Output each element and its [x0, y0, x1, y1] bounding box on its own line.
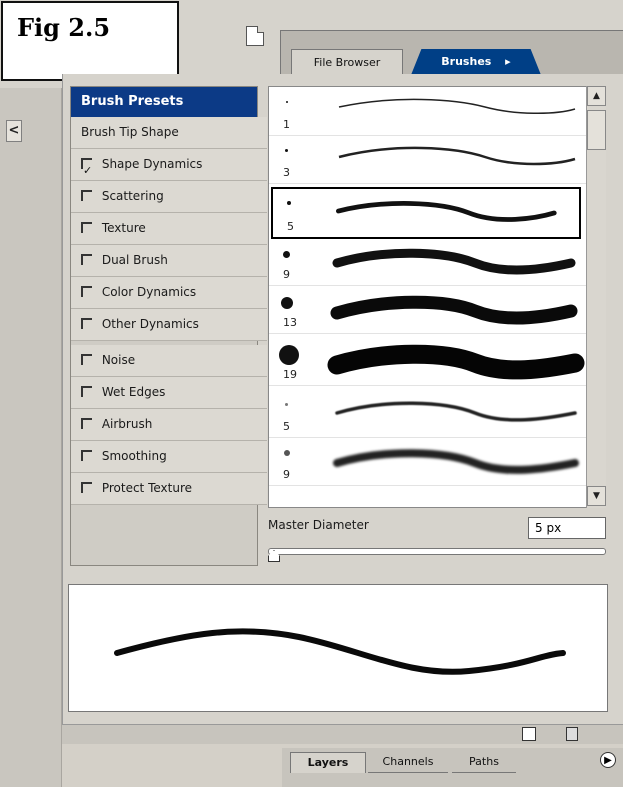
create-new-brush-icon[interactable] — [522, 727, 536, 741]
checkbox-icon[interactable] — [81, 386, 92, 397]
option-label: Brush Tip Shape — [81, 125, 179, 139]
option-label: Other Dynamics — [101, 317, 199, 331]
scroll-down-arrow-icon[interactable]: ▼ — [587, 486, 606, 506]
brush-stroke-preview — [332, 248, 576, 275]
brush-size-label: 9 — [283, 468, 290, 481]
brush-preset-row[interactable]: 3 — [269, 137, 589, 184]
brush-tip-dot-icon — [287, 201, 291, 205]
brush-preset-row[interactable]: 9 — [269, 239, 589, 286]
brush-stroke-preview — [333, 449, 579, 474]
brush-tip-dot-icon — [284, 450, 290, 456]
option-brush-tip-shape[interactable]: Brush Tip Shape — [71, 117, 267, 149]
checkbox-icon[interactable] — [81, 190, 92, 201]
option-noise[interactable]: Noise — [71, 345, 267, 377]
brush-preset-row-selected[interactable]: 5 — [271, 187, 581, 239]
option-other-dynamics[interactable]: Other Dynamics — [71, 309, 267, 341]
brush-preset-row[interactable]: 9 — [269, 439, 589, 486]
palette-tab-bar: File Browser Brushes ▸ — [280, 30, 623, 76]
collapse-arrow-icon[interactable]: < — [6, 120, 22, 142]
brush-stroke-preview — [335, 401, 577, 422]
brush-tip-dot-icon — [285, 149, 288, 152]
brush-presets-header[interactable]: Brush Presets — [71, 87, 257, 117]
option-label: Shape Dynamics — [101, 157, 203, 171]
brush-tip-dot-icon — [285, 403, 288, 406]
brush-preset-row[interactable]: 5 — [269, 391, 589, 438]
checkbox-icon[interactable] — [81, 418, 92, 429]
checkbox-icon[interactable] — [81, 222, 92, 233]
brush-size-label: 1 — [283, 118, 290, 131]
master-diameter-input[interactable]: 5 px — [528, 517, 606, 539]
option-texture[interactable]: Texture — [71, 213, 267, 245]
palette-bottom-bar — [62, 724, 623, 744]
new-document-icon[interactable] — [246, 26, 264, 46]
option-wet-edges[interactable]: Wet Edges — [71, 377, 267, 409]
option-label: Scattering — [101, 189, 164, 203]
option-label: Protect Texture — [101, 481, 192, 495]
brush-stroke-preview — [338, 98, 576, 114]
checkbox-icon[interactable] — [81, 254, 92, 265]
figure-label: Fig 2.5 — [1, 1, 179, 81]
option-label: Smoothing — [101, 449, 167, 463]
brush-tip-dot-icon — [281, 297, 293, 309]
checkbox-icon[interactable] — [81, 450, 92, 461]
option-shape-dynamics[interactable]: Shape Dynamics — [71, 149, 267, 186]
left-panel-strip — [0, 88, 62, 787]
tab-brushes[interactable]: Brushes ▸ — [411, 49, 541, 75]
brush-preset-row[interactable]: 1 — [269, 89, 589, 136]
brush-size-label: 13 — [283, 316, 297, 329]
palette-menu-icon[interactable]: ▶ — [600, 752, 616, 768]
brush-size-label: 19 — [283, 368, 297, 381]
brush-stroke-preview — [335, 201, 557, 222]
checkbox-icon[interactable] — [81, 318, 92, 329]
brush-size-label: 9 — [283, 268, 290, 281]
checkbox-checked-icon[interactable] — [81, 155, 92, 186]
option-label: Color Dynamics — [101, 285, 197, 299]
stroke-preview-panel — [68, 584, 608, 712]
checkbox-icon[interactable] — [81, 482, 92, 493]
brush-list-scrollbar[interactable]: ▲ ▼ — [586, 86, 606, 508]
checkbox-icon[interactable] — [81, 286, 92, 297]
tab-brushes-label: Brushes — [441, 55, 492, 68]
option-airbrush[interactable]: Airbrush — [71, 409, 267, 441]
option-smoothing[interactable]: Smoothing — [71, 441, 267, 473]
brush-preset-list: 1 3 5 9 13 19 5 9 — [268, 86, 606, 508]
brush-stroke-preview — [327, 344, 585, 380]
option-label: Airbrush — [101, 417, 153, 431]
brush-stroke-preview — [338, 146, 576, 166]
palette-menu-arrow-icon[interactable]: ▸ — [505, 55, 511, 68]
option-label: Texture — [101, 221, 146, 235]
scroll-up-arrow-icon[interactable]: ▲ — [587, 86, 606, 106]
option-protect-texture[interactable]: Protect Texture — [71, 473, 267, 505]
brush-preset-row[interactable]: 19 — [269, 339, 589, 386]
brush-tip-dot-icon — [286, 101, 288, 103]
tab-file-browser[interactable]: File Browser — [291, 49, 403, 76]
layers-palette-tab-bar: Layers Channels Paths ▶ — [282, 748, 623, 787]
option-label: Noise — [101, 353, 136, 367]
master-diameter-label: Master Diameter — [268, 518, 369, 532]
brush-size-label: 5 — [283, 420, 290, 433]
tab-channels[interactable]: Channels — [368, 752, 448, 773]
option-label: Dual Brush — [101, 253, 168, 267]
tab-layers[interactable]: Layers — [290, 752, 366, 773]
brush-size-label: 3 — [283, 166, 290, 179]
brush-tip-dot-icon — [279, 345, 299, 365]
checkbox-icon[interactable] — [81, 354, 92, 365]
brush-stroke-preview — [330, 295, 578, 325]
option-scattering[interactable]: Scattering — [71, 181, 267, 213]
brush-size-label: 5 — [287, 220, 294, 233]
brush-preset-row[interactable]: 13 — [269, 287, 589, 334]
option-label: Wet Edges — [101, 385, 166, 399]
option-dual-brush[interactable]: Dual Brush — [71, 245, 267, 277]
scroll-thumb[interactable] — [587, 110, 606, 150]
stroke-preview-curve — [114, 628, 566, 675]
tab-paths[interactable]: Paths — [452, 752, 516, 773]
brush-tip-dot-icon — [283, 251, 290, 258]
trash-icon[interactable] — [566, 727, 578, 741]
brush-options-panel: Brush Presets Brush Tip Shape Shape Dyna… — [70, 86, 267, 566]
option-color-dynamics[interactable]: Color Dynamics — [71, 277, 267, 309]
master-diameter-slider-track[interactable] — [268, 548, 606, 555]
